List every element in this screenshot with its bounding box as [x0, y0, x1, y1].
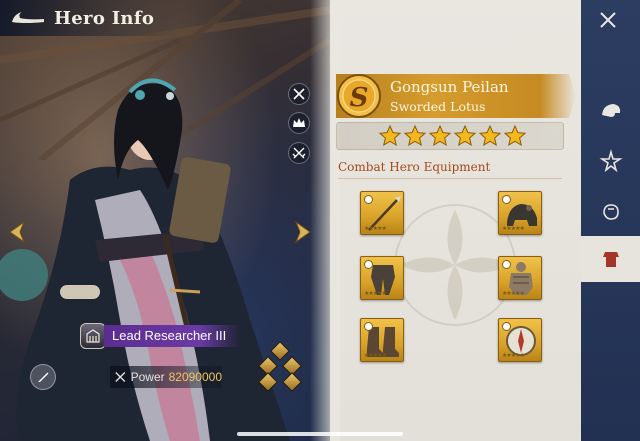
equipment-slot-accessory[interactable]: ★★★★★	[498, 318, 542, 362]
hero-title: Sworded Lotus	[390, 99, 486, 114]
page-title: Hero Info	[54, 7, 155, 29]
equipment-slot-legs[interactable]: ★★★★★	[360, 256, 404, 300]
equip-tag-icon	[364, 322, 373, 331]
equip-tag-icon	[364, 260, 373, 269]
back-arrow-icon[interactable]	[10, 10, 46, 26]
equipment-slot-boots[interactable]: ★★★★★	[360, 318, 404, 362]
grade-letter: S	[350, 83, 369, 113]
star-skill-icon	[598, 149, 623, 173]
star-icon	[479, 125, 501, 147]
equipment-slot-body[interactable]: ★★★★★	[498, 256, 542, 300]
equipment-slot-mount[interactable]: ★★★★★	[498, 191, 542, 235]
crown-icon[interactable]	[288, 112, 310, 134]
skill-cluster[interactable]	[258, 341, 302, 392]
equipment-slot-weapon[interactable]: ★★★★★	[360, 191, 404, 235]
star-icon	[379, 125, 401, 147]
equip-stars: ★★★★★	[502, 290, 525, 297]
section-divider	[338, 178, 562, 179]
skill-diamond-icon[interactable]	[258, 372, 278, 392]
rail-tab-gear[interactable]	[581, 88, 640, 134]
equipment-section-title: Combat Hero Equipment	[338, 160, 491, 174]
power-display: Power 82090000	[110, 366, 222, 388]
hero-name: Gongsun Peilan	[390, 78, 509, 96]
rank-badge[interactable]: Lead Researcher III	[80, 323, 240, 349]
power-label: Power	[130, 370, 165, 384]
equip-stars: ★★★★★	[502, 352, 525, 359]
equip-stars: ★★★★★	[364, 352, 387, 359]
star-icon	[504, 125, 526, 147]
equip-tag-icon	[502, 260, 511, 269]
close-icon[interactable]	[596, 8, 620, 32]
equip-tag-icon	[502, 322, 511, 331]
star-rating	[336, 122, 564, 150]
helmet-icon	[601, 104, 620, 117]
power-value: 82090000	[168, 370, 222, 384]
equip-tag-icon	[364, 195, 373, 204]
star-icon	[454, 125, 476, 147]
crossed-blades-icon[interactable]	[288, 142, 310, 164]
crossed-swords-icon[interactable]	[288, 83, 310, 105]
rail-tab-skills[interactable]	[581, 138, 640, 184]
header-bar: Hero Info	[0, 0, 180, 36]
home-indicator	[237, 432, 403, 436]
star-icon	[404, 125, 426, 147]
armor-icon	[602, 252, 619, 267]
rank-label: Lead Researcher III	[104, 325, 240, 347]
equip-tag-icon	[502, 195, 511, 204]
rail-tab-equipment[interactable]	[581, 236, 640, 282]
power-icon	[115, 372, 126, 382]
prev-hero-arrow-icon[interactable]	[6, 220, 28, 244]
equip-stars: ★★★★★	[502, 225, 525, 232]
rank-emblem-icon	[80, 323, 106, 349]
grade-badge: S	[336, 72, 382, 120]
skill-diamond-icon[interactable]	[270, 341, 290, 361]
equip-stars: ★★★★★	[364, 290, 387, 297]
fist-icon	[602, 204, 619, 220]
equip-stars: ★★★★★	[364, 225, 387, 232]
star-icon	[429, 125, 451, 147]
hero-info-panel: S Gongsun Peilan Sworded Lotus Combat He…	[310, 0, 581, 441]
quill-icon[interactable]	[30, 364, 56, 390]
skill-diamond-icon[interactable]	[282, 372, 302, 392]
rail-tab-talent[interactable]	[581, 188, 640, 234]
side-rail	[581, 0, 640, 441]
